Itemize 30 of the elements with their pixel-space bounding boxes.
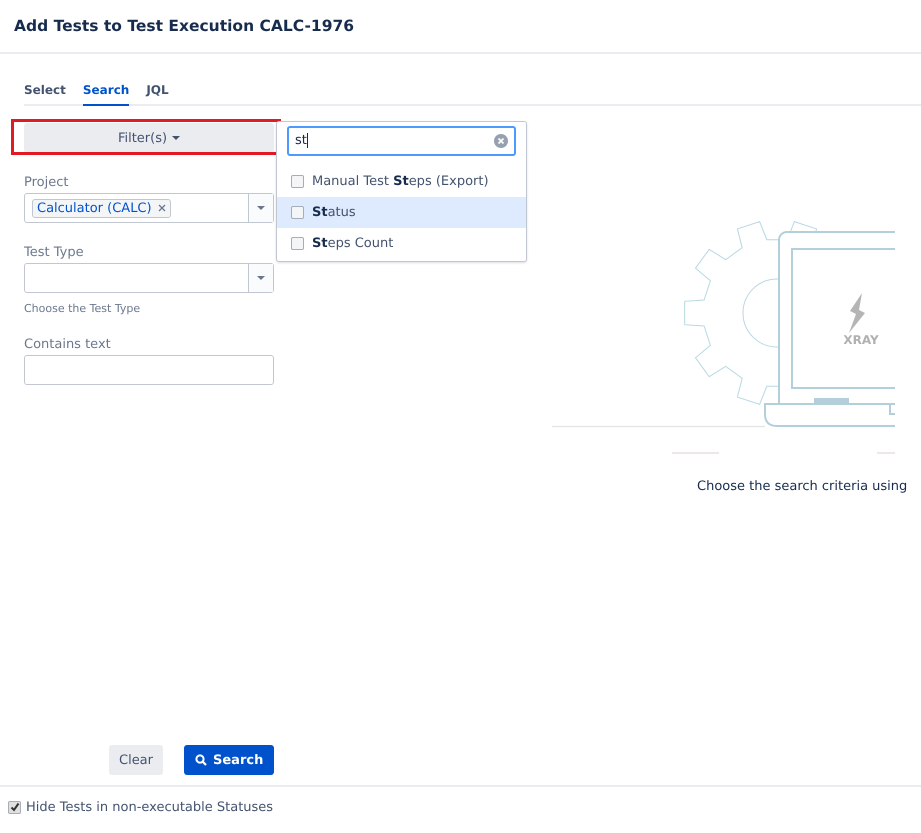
dropdown-option[interactable]: Steps Count: [277, 228, 526, 259]
field-label: Project: [24, 175, 70, 190]
checkbox-label: Hide Tests in non-executable Statuses: [26, 800, 274, 814]
tab[interactable]: JQL: [146, 80, 169, 106]
tab[interactable]: Search: [82, 80, 130, 106]
search-field[interactable]: st: [287, 126, 516, 156]
checkbox[interactable]: [291, 206, 304, 219]
select-field[interactable]: [24, 263, 274, 293]
clear-button[interactable]: Clear: [109, 745, 163, 775]
checkbox[interactable]: [8, 800, 21, 814]
clear-icon[interactable]: [494, 134, 508, 148]
select-field[interactable]: Calculator (CALC): [24, 193, 274, 223]
field-label: Contains text: [24, 337, 112, 352]
checkbox[interactable]: [291, 175, 304, 188]
filter-dropdown-button[interactable]: Filter(s): [24, 123, 274, 153]
dropdown-option[interactable]: Status: [277, 197, 526, 228]
search-icon: [195, 754, 207, 766]
dropdown-option[interactable]: Manual Test Steps (Export): [277, 166, 526, 197]
lightning-icon: [849, 293, 865, 333]
text-input[interactable]: [24, 355, 274, 385]
help-text: Choose the Test Type: [24, 302, 142, 315]
tab[interactable]: Select: [24, 80, 66, 106]
logo-text: XRAY: [843, 333, 879, 347]
empty-state-message: Choose the search criteria using: [697, 479, 908, 494]
caret-icon: [172, 136, 180, 140]
checkbox[interactable]: [291, 237, 304, 250]
dialog-title: Add Tests to Test Execution CALC-1976: [14, 17, 354, 35]
field-label: Test Type: [24, 245, 85, 260]
project-tag: Calculator (CALC): [32, 198, 171, 218]
search-button[interactable]: Search: [184, 745, 274, 775]
